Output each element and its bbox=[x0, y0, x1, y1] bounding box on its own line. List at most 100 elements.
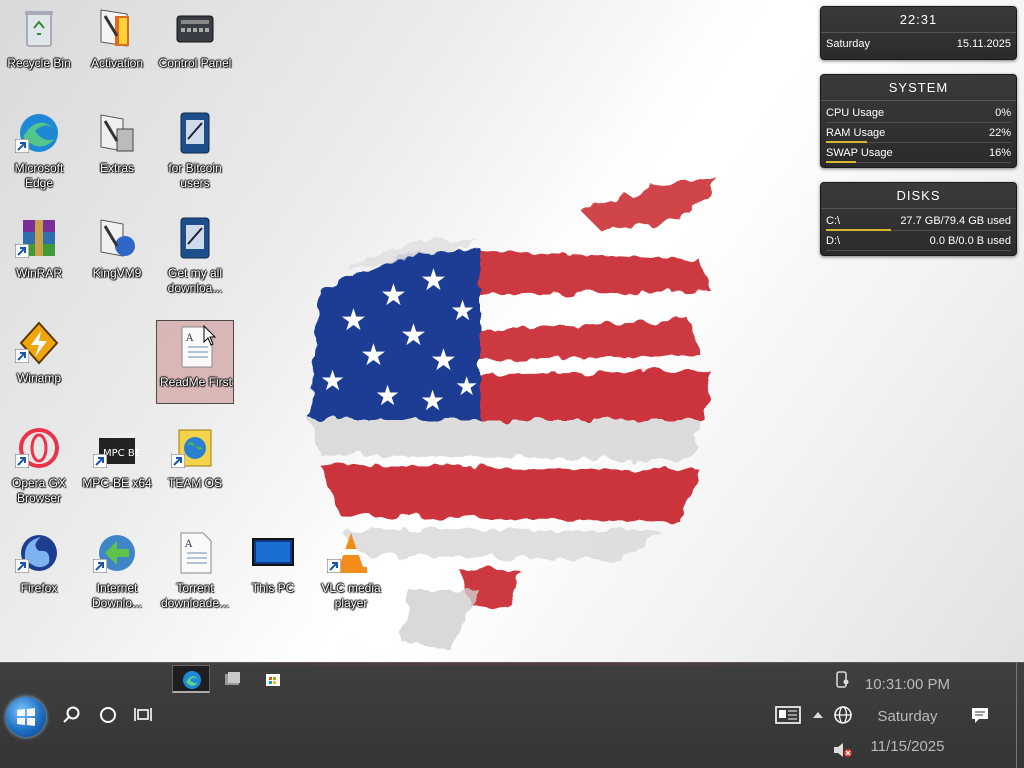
desktop-icon-label: Opera GX Browser bbox=[11, 476, 67, 505]
taskbar: 10:31:00 PM Saturday 11/15/2025 bbox=[0, 662, 1024, 768]
store-icon bbox=[266, 674, 280, 686]
desktop-icon-extras[interactable]: Extras bbox=[78, 107, 156, 191]
svg-text:★: ★ bbox=[320, 364, 345, 397]
disk-bar-track bbox=[826, 250, 1011, 251]
windows-logo-icon bbox=[17, 708, 35, 726]
cortana-icon[interactable] bbox=[98, 705, 118, 725]
desktop-icon-get-my-all-downloads[interactable]: Get my all downloa... bbox=[156, 212, 234, 296]
taskbar-clock-date[interactable]: 11/15/2025 bbox=[845, 738, 970, 755]
system-row: SWAP Usage 16% bbox=[821, 144, 1016, 164]
desktop-icon-microsoft-edge[interactable]: Microsoft Edge bbox=[0, 107, 78, 191]
shortcut-arrow-icon bbox=[15, 244, 29, 258]
desktop-icon-winamp[interactable]: Winamp bbox=[0, 317, 78, 401]
extras-icon bbox=[100, 114, 134, 152]
svg-text:★: ★ bbox=[420, 384, 445, 417]
widget-clock-day: Saturday bbox=[826, 38, 871, 50]
disk-label[interactable]: D:\ bbox=[826, 232, 840, 250]
desktop-icon-label: Recycle Bin bbox=[7, 56, 71, 70]
system-label[interactable]: SWAP Usage bbox=[826, 144, 893, 162]
text-file-icon: A bbox=[180, 532, 212, 574]
desktop-icon-label: MPC-BE x64 bbox=[82, 476, 152, 490]
desktop-icon-label: Extras bbox=[99, 161, 134, 175]
svg-text:MPC BE: MPC BE bbox=[103, 448, 139, 459]
news-icon[interactable] bbox=[775, 705, 801, 725]
svg-text:★: ★ bbox=[420, 263, 447, 298]
taskbar-top-edge bbox=[0, 663, 1024, 665]
file-explorer-icon bbox=[225, 672, 240, 685]
disk-label[interactable]: C:\ bbox=[826, 212, 840, 230]
svg-text:★: ★ bbox=[400, 318, 427, 353]
desktop-icon-label: Firefox bbox=[20, 581, 58, 595]
system-row: CPU Usage 0% bbox=[821, 104, 1016, 124]
system-widget: SYSTEM CPU Usage 0% RAM Usage 22% SWAP Usage… bbox=[820, 74, 1017, 168]
show-desktop-button[interactable] bbox=[1016, 663, 1024, 768]
action-center-icon[interactable] bbox=[970, 705, 990, 725]
desktop-icon-mpc-be[interactable]: MPC BE MPC-BE x64 bbox=[78, 422, 156, 506]
desktop-icon-readme-first[interactable]: A ReadMe First bbox=[156, 320, 234, 404]
desktop-icon-label: This PC bbox=[251, 581, 295, 595]
desktop-icon-label: Microsoft Edge bbox=[14, 161, 64, 190]
svg-text:★: ★ bbox=[455, 372, 478, 402]
disk-row: D:\ 0.0 B/0.0 B used bbox=[821, 232, 1016, 252]
kingvm-icon bbox=[100, 219, 135, 257]
task-view-icon[interactable] bbox=[134, 705, 154, 725]
monitor-icon bbox=[252, 538, 294, 566]
desktop-icon-for-bitcoin-users[interactable]: for Bitcoin users bbox=[156, 107, 234, 191]
system-bar-track bbox=[826, 122, 1011, 123]
desktop-icon-label: VLC media player bbox=[321, 581, 381, 610]
start-button[interactable] bbox=[6, 697, 46, 737]
shortcut-arrow-icon bbox=[15, 559, 29, 573]
shortcut-arrow-icon bbox=[93, 559, 107, 573]
desktop-icon-label: Winamp bbox=[16, 371, 61, 385]
desktop-icon-label: Control Panel bbox=[158, 56, 232, 70]
taskbar-pinned-store[interactable] bbox=[254, 665, 292, 693]
desktop-icon-torrent-downloader[interactable]: A Torrent downloade... bbox=[156, 527, 234, 611]
recycle-bin-icon bbox=[25, 11, 53, 47]
system-value: 0% bbox=[995, 107, 1011, 119]
disks-widget-rows: C:\ 27.7 GB/79.4 GB used D:\ 0.0 B/0.0 B us… bbox=[821, 209, 1016, 252]
desktop-icon-kingvm9[interactable]: KingVM9 bbox=[78, 212, 156, 296]
control-panel-icon bbox=[176, 15, 214, 43]
system-label[interactable]: RAM Usage bbox=[826, 124, 885, 142]
shortcut-arrow-icon bbox=[327, 559, 341, 573]
desktop-icon-internet-download[interactable]: Internet Downlo... bbox=[78, 527, 156, 611]
svg-text:★: ★ bbox=[360, 338, 387, 373]
activation-icon bbox=[100, 9, 129, 47]
widget-clock-date: 15.11.2025 bbox=[956, 38, 1011, 50]
desktop-icon-opera-gx[interactable]: Opera GX Browser bbox=[0, 422, 78, 506]
system-value: 22% bbox=[988, 127, 1011, 139]
system-label: CPU Usage bbox=[826, 107, 885, 119]
disks-widget: DISKS C:\ 27.7 GB/79.4 GB used D:\ 0.0 B/0.… bbox=[820, 182, 1017, 256]
svg-text:A: A bbox=[184, 539, 193, 550]
taskbar-clock-time[interactable]: 10:31:00 PM bbox=[845, 676, 970, 693]
desktop-icon-firefox[interactable]: Firefox bbox=[0, 527, 78, 611]
desktop-icon-winrar[interactable]: WinRAR bbox=[0, 212, 78, 296]
desktop-icon-recycle-bin[interactable]: Recycle Bin bbox=[0, 2, 78, 86]
svg-text:★: ★ bbox=[340, 303, 367, 338]
desktop-icon-label: Internet Downlo... bbox=[91, 581, 143, 610]
document-icon bbox=[180, 112, 210, 154]
shortcut-arrow-icon bbox=[171, 454, 185, 468]
svg-text:★: ★ bbox=[380, 278, 407, 313]
desktop-icon-team-os[interactable]: TEAM OS bbox=[156, 422, 234, 506]
mouse-cursor-icon bbox=[203, 325, 217, 346]
taskbar-pinned-explorer[interactable] bbox=[214, 665, 252, 693]
desktop-icon-label: Get my all downloa... bbox=[167, 266, 223, 295]
svg-text:★: ★ bbox=[375, 379, 400, 412]
desktop-icon-vlc[interactable]: VLC media player bbox=[312, 527, 390, 611]
desktop-icon-activation[interactable]: Activation bbox=[78, 2, 156, 86]
desktop-icon-this-pc[interactable]: This PC bbox=[234, 527, 312, 611]
taskbar-clock-day[interactable]: Saturday bbox=[845, 708, 970, 725]
desktop-icon-label: Torrent downloade... bbox=[160, 581, 230, 610]
widget-clock-date-row: Saturday 15.11.2025 bbox=[821, 35, 1016, 55]
show-hidden-icons-icon[interactable] bbox=[812, 710, 824, 720]
system-widget-title: SYSTEM bbox=[821, 75, 1016, 101]
svg-text:★: ★ bbox=[450, 294, 475, 327]
document-icon bbox=[180, 217, 210, 259]
desktop-icon-control-panel[interactable]: Control Panel bbox=[156, 2, 234, 86]
taskbar-pinned-edge[interactable] bbox=[172, 665, 210, 693]
desktop-icon-label: KingVM9 bbox=[92, 266, 142, 280]
search-icon[interactable] bbox=[62, 705, 82, 725]
disk-row: C:\ 27.7 GB/79.4 GB used bbox=[821, 212, 1016, 232]
system-row: RAM Usage 22% bbox=[821, 124, 1016, 144]
